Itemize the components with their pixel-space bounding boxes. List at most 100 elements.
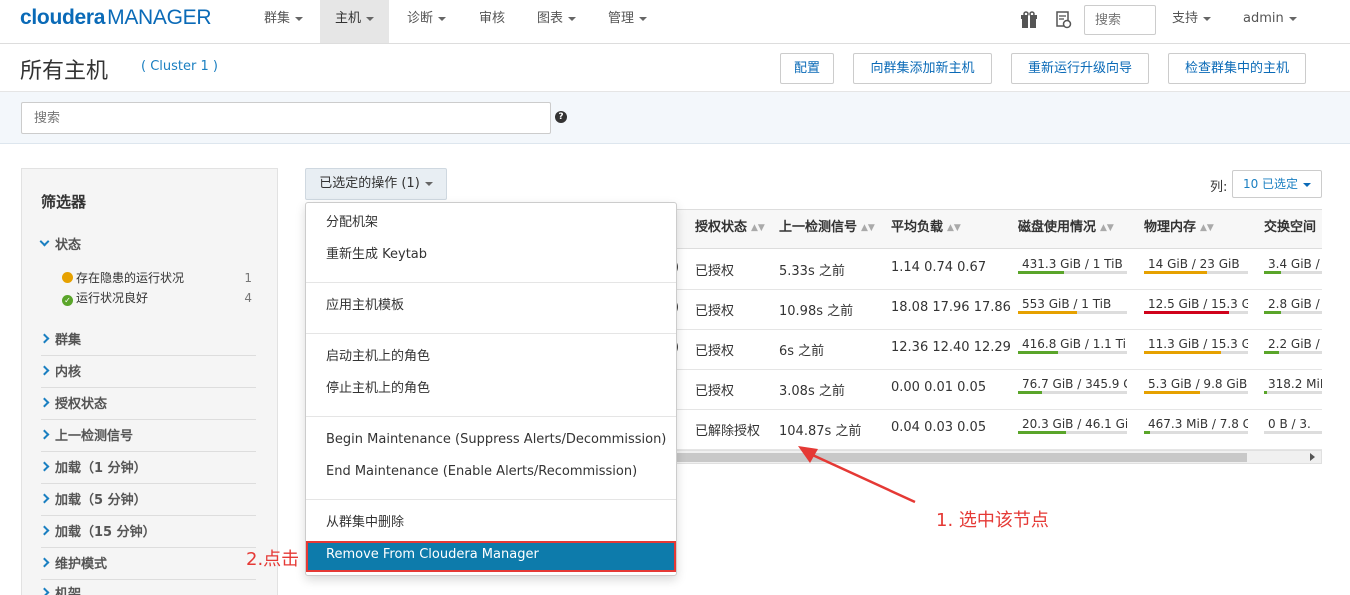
scroll-right-icon[interactable] bbox=[1310, 453, 1315, 461]
nav-hosts[interactable]: 主机 bbox=[320, 0, 390, 43]
selected-actions-menu: 分配机架 重新生成 Keytab 应用主机模板 启动主机上的角色 停止主机上的角… bbox=[305, 202, 677, 576]
usage-bar-track bbox=[1018, 271, 1127, 274]
nav-audits[interactable]: 审核 bbox=[464, 0, 520, 43]
usage-bar-fill bbox=[1018, 271, 1064, 274]
column-header-memory[interactable]: 物理内存 ▲▼ bbox=[1144, 209, 1214, 249]
swap-usage: 3.4 GiB / bbox=[1264, 256, 1322, 274]
memory-usage: 467.3 MiB / 7.8 GiB bbox=[1144, 416, 1248, 434]
filter-section-status[interactable]: 状态 bbox=[39, 234, 256, 261]
nav-user-menu[interactable]: admin bbox=[1228, 0, 1312, 43]
nav-charts[interactable]: 图表 bbox=[522, 0, 591, 43]
swap-usage: 2.2 GiB / bbox=[1264, 336, 1322, 354]
caret-down-icon bbox=[1288, 16, 1297, 21]
usage-bar-track bbox=[1144, 351, 1248, 354]
usage-bar-fill bbox=[1144, 271, 1208, 274]
last-heartbeat: 3.08s 之前 bbox=[779, 384, 845, 399]
menu-end-maintenance[interactable]: End Maintenance (Enable Alerts/Recommiss… bbox=[306, 458, 676, 486]
load-average: 1.14 0.74 0.67 bbox=[891, 260, 987, 275]
caret-down-icon bbox=[424, 181, 433, 186]
usage-bar-track bbox=[1018, 311, 1127, 314]
menu-begin-maintenance[interactable]: Begin Maintenance (Suppress Alerts/Decom… bbox=[306, 426, 676, 454]
menu-stop-roles[interactable]: 停止主机上的角色 bbox=[306, 375, 676, 403]
memory-usage-label: 11.3 GiB / 15.3 GiB bbox=[1148, 337, 1248, 351]
filter-status-good[interactable]: ✓ 运行状况良好 4 bbox=[62, 289, 252, 307]
usage-bar-fill bbox=[1144, 311, 1230, 314]
usage-bar-fill bbox=[1264, 351, 1279, 354]
horizontal-scrollbar[interactable] bbox=[676, 450, 1322, 464]
disk-usage: 20.3 GiB / 46.1 GiB bbox=[1018, 416, 1127, 434]
menu-remove-from-cluster[interactable]: 从群集中删除 bbox=[306, 509, 676, 537]
load-average: 18.08 17.96 17.86 bbox=[891, 300, 1011, 315]
columns-select-button[interactable]: 10 已选定 bbox=[1232, 170, 1322, 198]
configure-button[interactable]: 配置 bbox=[780, 53, 834, 84]
search-bar: ? bbox=[0, 92, 1350, 144]
swap-usage-label: 3.4 GiB / bbox=[1268, 257, 1320, 271]
usage-bar-fill bbox=[1144, 391, 1201, 394]
filter-section-load-15[interactable]: 加载（15 分钟） bbox=[39, 521, 256, 548]
global-search-input[interactable] bbox=[1084, 5, 1156, 35]
memory-usage-label: 14 GiB / 23 GiB bbox=[1148, 257, 1240, 271]
usage-bar-track bbox=[1264, 271, 1322, 274]
nav-support[interactable]: 支持 bbox=[1157, 0, 1226, 43]
auth-status: 已授权 bbox=[695, 344, 735, 359]
disk-usage: 76.7 GiB / 345.9 GiB bbox=[1018, 376, 1127, 394]
menu-divider bbox=[306, 282, 676, 283]
auth-status: 已授权 bbox=[695, 384, 735, 399]
usage-bar-track bbox=[1264, 311, 1322, 314]
rerun-upgrade-wizard-button[interactable]: 重新运行升级向导 bbox=[1011, 53, 1149, 84]
nav-diagnostics[interactable]: 诊断 bbox=[392, 0, 461, 43]
filter-section-load-1[interactable]: 加载（1 分钟） bbox=[39, 457, 256, 484]
cloudera-manager-logo[interactable]: clouderaMANAGER bbox=[20, 6, 212, 30]
caret-down-icon bbox=[366, 16, 375, 21]
column-header-load[interactable]: 平均负载 ▲▼ bbox=[891, 209, 961, 249]
running-commands-icon[interactable] bbox=[1054, 11, 1072, 29]
column-header-heartbeat[interactable]: 上一检测信号 ▲▼ bbox=[779, 209, 875, 249]
usage-bar-fill bbox=[1264, 311, 1282, 314]
host-search-input[interactable] bbox=[21, 102, 551, 134]
disk-usage: 553 GiB / 1 TiB bbox=[1018, 296, 1127, 314]
column-header-disk[interactable]: 磁盘使用情况 ▲▼ bbox=[1018, 209, 1114, 249]
caret-down-icon bbox=[568, 16, 577, 21]
nav-administration[interactable]: 管理 bbox=[593, 0, 662, 43]
load-average: 12.36 12.40 12.29 bbox=[891, 340, 1011, 355]
filter-status-concerning[interactable]: 存在隐患的运行状况 1 bbox=[62, 269, 252, 287]
filter-section-kernel[interactable]: 内核 bbox=[39, 361, 256, 388]
gift-icon[interactable] bbox=[1020, 11, 1038, 29]
disk-usage-label: 76.7 GiB / 345.9 GiB bbox=[1022, 377, 1127, 391]
columns-label: 列: bbox=[1210, 180, 1228, 195]
inspect-hosts-button[interactable]: 检查群集中的主机 bbox=[1168, 53, 1306, 84]
caret-down-icon bbox=[1303, 182, 1312, 187]
filter-section-last-heartbeat[interactable]: 上一检测信号 bbox=[39, 425, 256, 452]
scrollbar-thumb[interactable] bbox=[677, 453, 1247, 462]
usage-bar-fill bbox=[1264, 271, 1282, 274]
filter-section-maintenance[interactable]: 维护模式 bbox=[39, 553, 256, 580]
menu-remove-from-cloudera-manager[interactable]: Remove From Cloudera Manager bbox=[306, 541, 676, 572]
menu-apply-host-template[interactable]: 应用主机模板 bbox=[306, 292, 676, 320]
cluster-link[interactable]: ( Cluster 1 ) bbox=[141, 59, 218, 74]
filter-section-load-5[interactable]: 加载（5 分钟） bbox=[39, 489, 256, 516]
last-heartbeat: 5.33s 之前 bbox=[779, 264, 845, 279]
selected-actions-button[interactable]: 已选定的操作 (1) bbox=[305, 168, 447, 200]
caret-down-icon bbox=[1203, 16, 1212, 21]
column-header-swap[interactable]: 交换空间 bbox=[1264, 209, 1322, 249]
usage-bar-fill bbox=[1018, 351, 1059, 354]
help-icon[interactable]: ? bbox=[555, 111, 567, 123]
menu-start-roles[interactable]: 启动主机上的角色 bbox=[306, 343, 676, 371]
menu-assign-rack[interactable]: 分配机架 bbox=[306, 209, 676, 237]
chevron-right-icon bbox=[39, 333, 50, 344]
filter-section-rack[interactable]: 机架 bbox=[39, 583, 256, 595]
filter-section-auth-status[interactable]: 授权状态 bbox=[39, 393, 256, 420]
annotation-step1: 1. 选中该节点 bbox=[936, 510, 1049, 531]
column-header-auth[interactable]: 授权状态 ▲▼ bbox=[695, 209, 765, 249]
swap-usage: 2.8 GiB / bbox=[1264, 296, 1322, 314]
filter-section-cluster[interactable]: 群集 bbox=[39, 329, 256, 356]
caret-down-icon bbox=[295, 16, 304, 21]
nav-clusters[interactable]: 群集 bbox=[249, 0, 318, 43]
menu-divider bbox=[306, 333, 676, 334]
top-navbar: clouderaMANAGER 群集 主机 诊断 审核 图表 管理 支持 adm… bbox=[0, 0, 1350, 44]
menu-regenerate-keytab[interactable]: 重新生成 Keytab bbox=[306, 241, 676, 269]
last-heartbeat: 10.98s 之前 bbox=[779, 304, 854, 319]
swap-usage-label: 318.2 MiB bbox=[1268, 377, 1322, 391]
sort-icon: ▲▼ bbox=[1100, 223, 1114, 233]
add-hosts-button[interactable]: 向群集添加新主机 bbox=[853, 53, 992, 84]
